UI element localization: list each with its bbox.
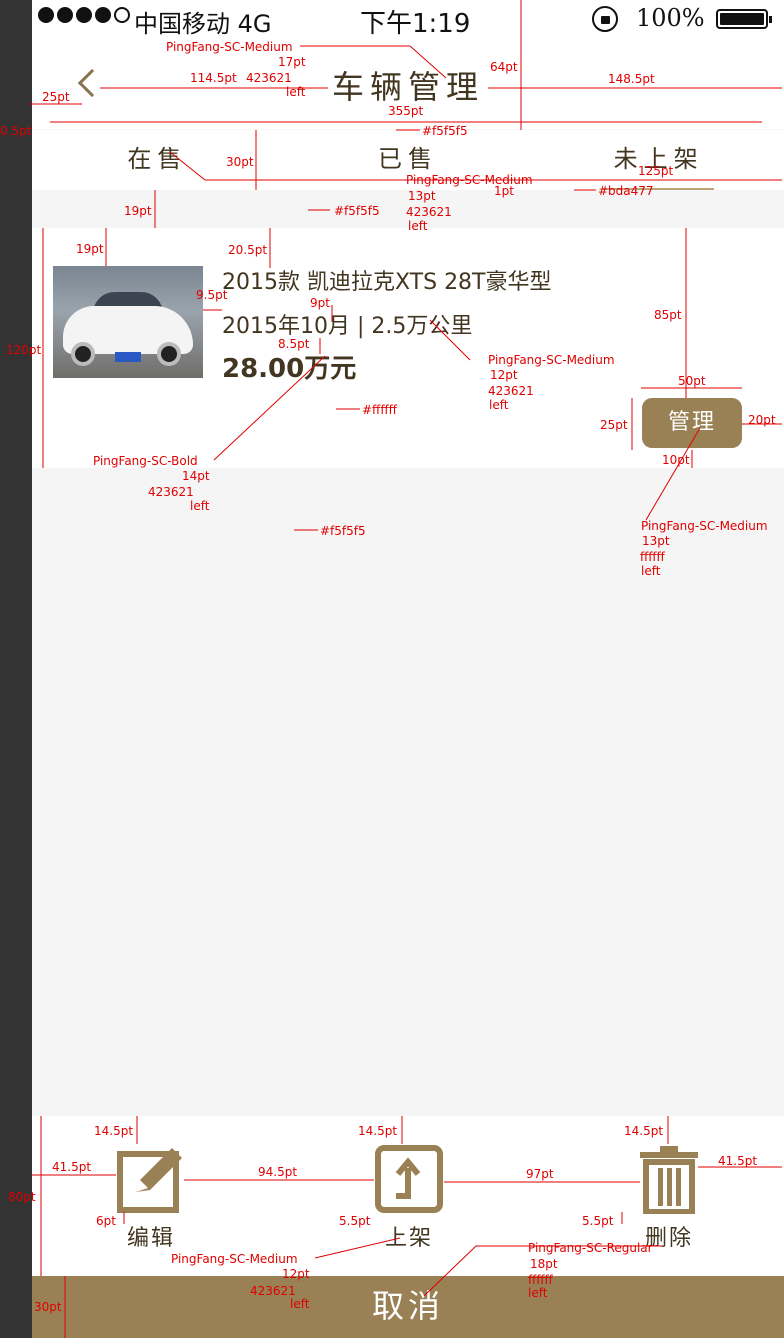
edit-label: 编辑 [126,1226,175,1251]
tab-sold[interactable]: 已售 [283,130,534,190]
carrier-name: 中国移动 4G [134,4,272,39]
battery-percent: 100% [636,4,705,32]
delete-label: 删除 [644,1226,693,1251]
delete-action[interactable]: 删除 [614,1144,724,1252]
rotation-lock-icon [592,6,618,32]
shelve-up-icon [375,1145,443,1213]
shelve-up-action[interactable]: 上架 [354,1144,464,1252]
edit-icon [117,1148,182,1213]
status-bar: 中国移动 4G 下午1:19 100% [32,0,784,39]
artboard-margin [0,0,32,1338]
vehicle-price: 28.00万元 [222,354,357,384]
trash-icon [640,1146,698,1214]
page-title: 车辆管理 [331,68,484,106]
tab-not-listed[interactable]: 未上架 [533,130,784,190]
tab-on-sale[interactable]: 在售 [32,130,283,190]
vehicle-date-mileage: 2015年10月 | 2.5万公里 [222,314,473,339]
signal-strength-icon [38,7,130,23]
manage-button[interactable]: 管理 [642,398,742,448]
shelve-up-label: 上架 [384,1226,433,1251]
vehicle-photo [53,266,203,378]
edit-action[interactable]: 编辑 [96,1144,206,1252]
cancel-button[interactable]: 取消 [32,1276,784,1338]
battery-icon [716,9,772,29]
carrier-label: 中国移动 [134,10,230,38]
network-type: 4G [237,10,272,38]
navigation-bar: 车辆管理 [32,38,784,130]
phone-screen: 中国移动 4G 下午1:19 100% 车辆管理 在售 已售 未上架 2015款… [32,0,784,1338]
status-time: 下午1:19 [360,9,471,39]
action-sheet: 编辑 上架 删除 [32,1116,784,1276]
vehicle-listing-card[interactable]: 2015款 凯迪拉克XTS 28T豪华型 2015年10月 | 2.5万公里 2… [32,228,784,468]
vehicle-title: 2015款 凯迪拉克XTS 28T豪华型 [222,270,552,295]
status-tabs: 在售 已售 未上架 [32,130,784,190]
